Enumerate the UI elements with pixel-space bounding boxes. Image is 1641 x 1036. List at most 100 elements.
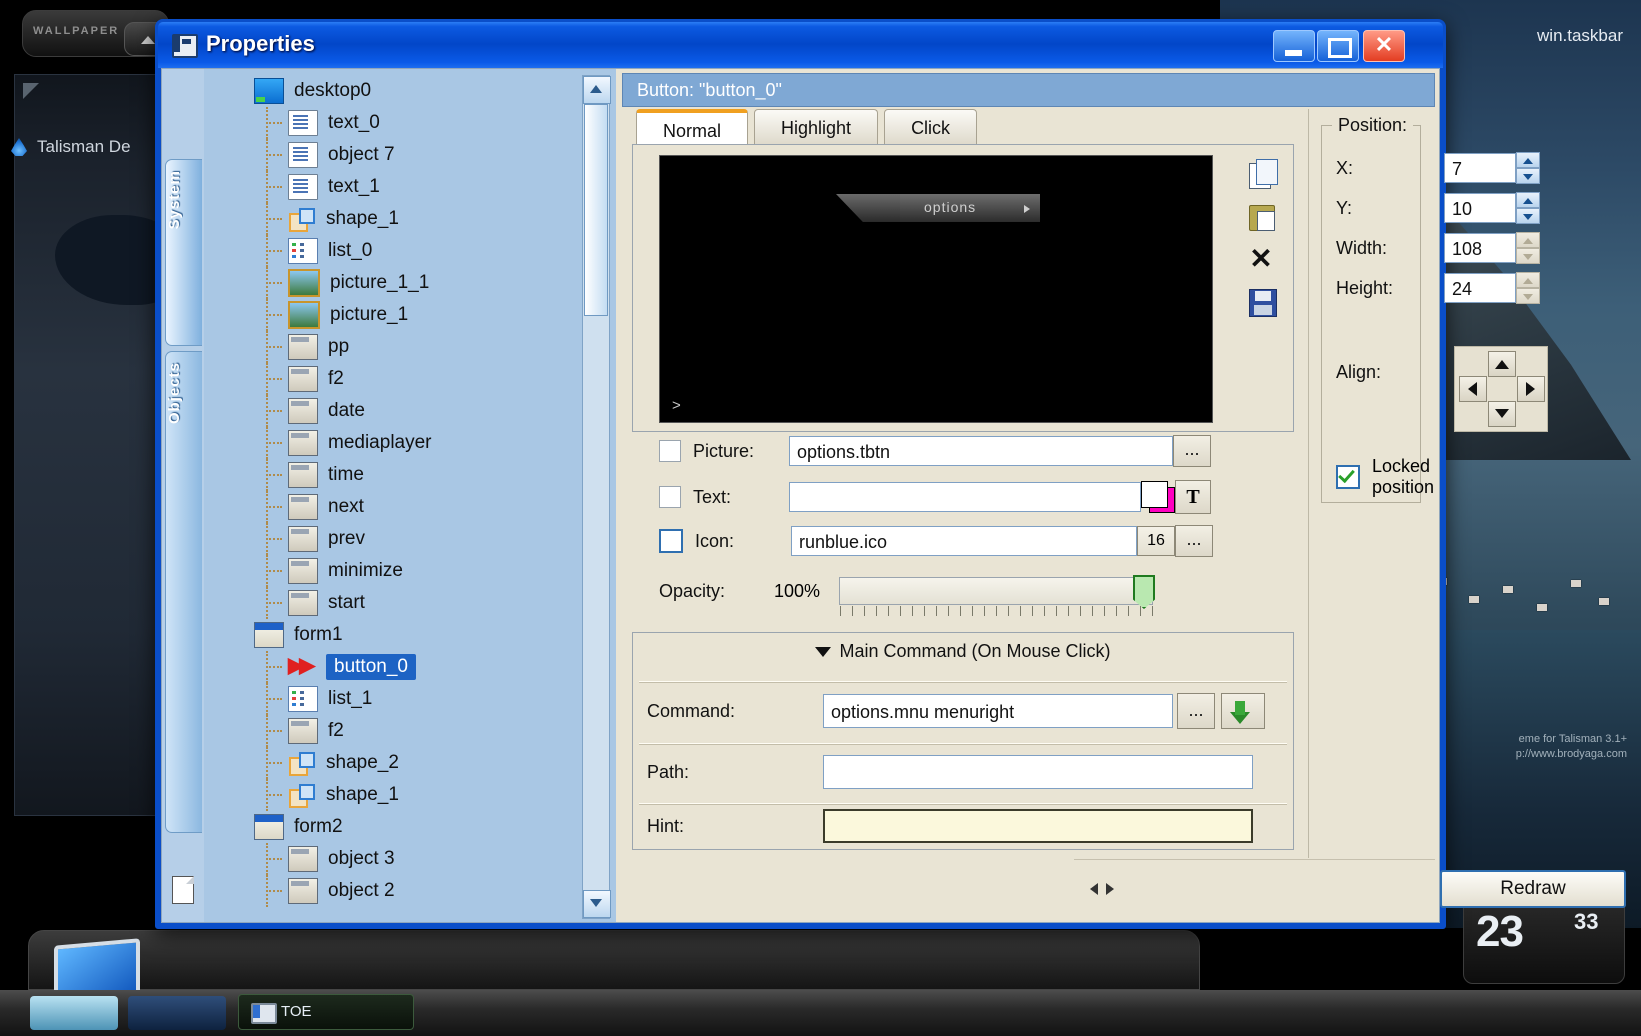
tab-click[interactable]: Click: [884, 109, 978, 146]
tree-item-label: start: [328, 592, 365, 613]
tree-item[interactable]: shape_2: [204, 747, 576, 779]
stepper-up-icon[interactable]: [1516, 192, 1540, 208]
stepper-down-icon[interactable]: [1516, 288, 1540, 304]
redraw-button[interactable]: Redraw: [1440, 870, 1626, 908]
tree-item[interactable]: object 2: [204, 875, 576, 907]
width-stepper[interactable]: [1516, 232, 1540, 264]
tree-item[interactable]: form2: [204, 811, 576, 843]
tree-scrollbar[interactable]: [582, 75, 611, 919]
paste-button[interactable]: [1245, 201, 1281, 239]
font-button[interactable]: T: [1175, 480, 1211, 514]
delete-button[interactable]: ✕: [1245, 243, 1281, 281]
tree-item[interactable]: text_0: [204, 107, 576, 139]
path-input[interactable]: [823, 755, 1253, 789]
tree-item[interactable]: next: [204, 491, 576, 523]
splitter-handle-icon[interactable]: [1090, 880, 1114, 898]
window-titlebar[interactable]: Properties ✕: [158, 22, 1443, 68]
picture-input[interactable]: options.tbtn: [789, 436, 1173, 466]
document-icon: [288, 174, 318, 200]
tree-item[interactable]: f2: [204, 715, 576, 747]
command-run-button[interactable]: [1221, 693, 1265, 729]
align-bottom-button[interactable]: [1488, 401, 1516, 427]
hint-input[interactable]: [823, 809, 1253, 843]
taskbar-button-1[interactable]: [30, 996, 118, 1030]
tree-item[interactable]: time: [204, 459, 576, 491]
text-color-swatch[interactable]: [1141, 481, 1175, 513]
stepper-down-icon[interactable]: [1516, 168, 1540, 184]
tree-item[interactable]: date: [204, 395, 576, 427]
width-input[interactable]: 108: [1444, 233, 1516, 263]
tree-item[interactable]: pp: [204, 331, 576, 363]
taskbar-button-toe-label: TOE: [281, 1003, 312, 1020]
icon-checkbox[interactable]: [659, 529, 683, 553]
tree-item[interactable]: object 3: [204, 843, 576, 875]
height-input[interactable]: 24: [1444, 273, 1516, 303]
minimize-button[interactable]: [1273, 30, 1315, 62]
locked-position-row[interactable]: Locked position: [1336, 456, 1434, 498]
object-tree[interactable]: desktop0 text_0 object 7 text_1 shape_1 list_…: [204, 75, 576, 907]
stepper-up-icon[interactable]: [1516, 232, 1540, 248]
tab-normal[interactable]: Normal: [636, 109, 749, 149]
icon-size-value[interactable]: 16: [1137, 526, 1175, 556]
tree-item[interactable]: mediaplayer: [204, 427, 576, 459]
align-top-button[interactable]: [1488, 351, 1516, 377]
desktop-icon: [254, 78, 284, 104]
stepper-up-icon[interactable]: [1516, 152, 1540, 168]
tree-item[interactable]: f2: [204, 363, 576, 395]
talisman-entry[interactable]: Talisman De: [11, 137, 131, 157]
x-stepper[interactable]: [1516, 152, 1540, 184]
icon-input[interactable]: runblue.ico: [791, 526, 1137, 556]
tree-item[interactable]: minimize: [204, 555, 576, 587]
scroll-up-icon[interactable]: [583, 76, 611, 104]
tree-item[interactable]: shape_1: [204, 203, 576, 235]
scrollbar-thumb[interactable]: [584, 104, 608, 316]
maximize-button[interactable]: [1317, 30, 1359, 62]
command-input[interactable]: options.mnu menuright: [823, 694, 1173, 728]
stepper-down-icon[interactable]: [1516, 208, 1540, 224]
align-left-button[interactable]: [1459, 376, 1487, 402]
page-icon[interactable]: [172, 876, 194, 904]
text-input[interactable]: [789, 482, 1141, 512]
tree-item[interactable]: list_1: [204, 683, 576, 715]
tree-item[interactable]: desktop0: [204, 75, 576, 107]
text-checkbox[interactable]: [659, 486, 681, 508]
opacity-slider-handle[interactable]: [1133, 575, 1155, 609]
tree-item[interactable]: text_1: [204, 171, 576, 203]
save-button[interactable]: [1245, 285, 1281, 323]
taskbar-button-toe[interactable]: TOE: [238, 994, 414, 1030]
x-input[interactable]: 7: [1444, 153, 1516, 183]
y-input[interactable]: 10: [1444, 193, 1516, 223]
copy-button[interactable]: [1245, 159, 1281, 197]
command-browse-button[interactable]: ...: [1177, 693, 1215, 729]
vertical-tab-objects[interactable]: Objects: [165, 351, 202, 833]
y-stepper[interactable]: [1516, 192, 1540, 224]
tree-item[interactable]: prev: [204, 523, 576, 555]
tab-highlight[interactable]: Highlight: [754, 109, 879, 146]
close-window-button[interactable]: ✕: [1363, 30, 1405, 62]
vertical-tab-system[interactable]: System: [165, 159, 202, 346]
position-group: Position: X: 7 Y: 10 Width: 108 Height: …: [1321, 115, 1548, 503]
align-right-button[interactable]: [1517, 376, 1545, 402]
opacity-slider[interactable]: [839, 575, 1155, 616]
taskbar-button-2[interactable]: [128, 996, 226, 1030]
paste-icon: [1249, 205, 1275, 231]
command-panel-header[interactable]: Main Command (On Mouse Click): [633, 641, 1293, 662]
tree-item[interactable]: shape_1: [204, 779, 576, 811]
stepper-down-icon[interactable]: [1516, 248, 1540, 264]
tree-item[interactable]: picture_1: [204, 299, 576, 331]
locked-position-checkbox[interactable]: [1336, 465, 1360, 489]
picture-checkbox[interactable]: [659, 440, 681, 462]
picture-browse-button[interactable]: ...: [1173, 435, 1211, 467]
scroll-down-icon[interactable]: [583, 890, 611, 918]
icon-browse-button[interactable]: ...: [1175, 525, 1213, 557]
tree-item[interactable]: ▶▶ button_0: [204, 651, 576, 683]
height-stepper[interactable]: [1516, 272, 1540, 304]
tree-item[interactable]: object 7: [204, 139, 576, 171]
tree-item[interactable]: picture_1_1: [204, 267, 576, 299]
tree-item[interactable]: list_0: [204, 235, 576, 267]
button-preview[interactable]: options >: [659, 155, 1213, 423]
tree-item[interactable]: start: [204, 587, 576, 619]
chevron-down-icon: [815, 647, 832, 658]
tree-item[interactable]: form1: [204, 619, 576, 651]
stepper-up-icon[interactable]: [1516, 272, 1540, 288]
